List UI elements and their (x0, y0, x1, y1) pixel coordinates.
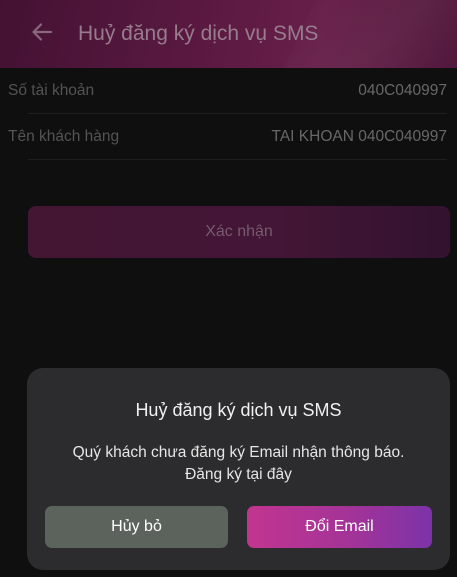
change-email-button[interactable]: Đổi Email (247, 506, 432, 548)
cancel-button[interactable]: Hủy bỏ (45, 506, 228, 548)
dialog-message: Quý khách chưa đăng ký Email nhận thông … (27, 442, 450, 486)
register-here-link[interactable]: Đăng ký tại đây (27, 464, 450, 486)
cancel-sms-dialog: Huỷ đăng ký dịch vụ SMS Quý khách chưa đ… (27, 368, 450, 570)
dialog-message-text: Quý khách chưa đăng ký Email nhận thông … (72, 444, 405, 461)
screen: Huỷ đăng ký dịch vụ SMS Số tài khoản 040… (0, 0, 457, 577)
dialog-title: Huỷ đăng ký dịch vụ SMS (135, 400, 342, 420)
